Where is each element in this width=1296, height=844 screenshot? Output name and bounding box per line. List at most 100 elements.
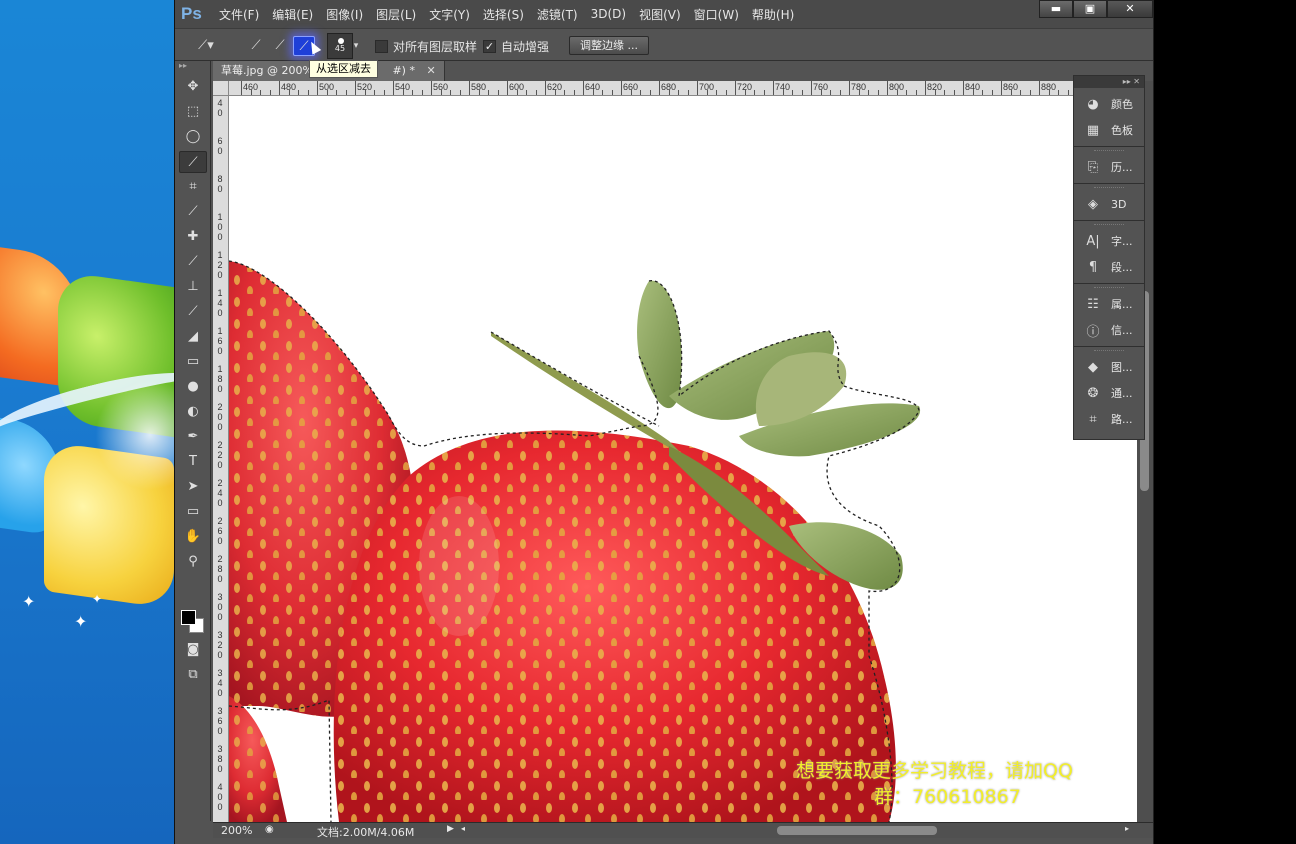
- zoom-level[interactable]: 200%: [221, 824, 252, 837]
- menu-window[interactable]: 窗口(W): [690, 6, 748, 23]
- menu-layer[interactable]: 图层(L): [372, 6, 425, 23]
- sparkle-icon: ✦: [92, 592, 103, 606]
- ruler-minor-tick: [839, 90, 841, 95]
- color-icon: ◕: [1087, 96, 1099, 112]
- quick-selection-tool-icon[interactable]: ⟋: [179, 151, 207, 173]
- scroll-left-icon[interactable]: ◂: [461, 824, 465, 833]
- ruler-minor-tick: [374, 90, 375, 95]
- panel-dock: ▸▸ ✕ ◕ 颜色 ▦ 色板 ⎘ 历... ◈ 3D A| 字... ¶ 段... ☷ 属..…: [1073, 75, 1145, 440]
- move-tool-icon[interactable]: ✥: [179, 76, 207, 98]
- status-arrow-icon[interactable]: ▶: [447, 824, 454, 834]
- panel-3d[interactable]: ◈ 3D: [1074, 191, 1144, 217]
- menu-select[interactable]: 选择(S): [479, 6, 533, 23]
- menu-file[interactable]: 文件(F): [215, 6, 268, 23]
- panel-properties[interactable]: ☷ 属...: [1074, 291, 1144, 317]
- ruler-tick: [887, 81, 888, 95]
- close-tab-icon[interactable]: ✕: [426, 64, 435, 77]
- blur-tool-icon[interactable]: ●: [179, 376, 207, 398]
- dock-collapse-icon[interactable]: ▸▸ ✕: [1074, 76, 1144, 88]
- panel-color[interactable]: ◕ 颜色: [1074, 91, 1144, 117]
- scroll-right-icon[interactable]: ▸: [1125, 824, 1129, 833]
- black-border: [1154, 0, 1296, 844]
- panel-channels[interactable]: ❂ 通...: [1074, 380, 1144, 406]
- refine-edge-button[interactable]: 调整边缘 ...: [569, 36, 649, 55]
- panel-info[interactable]: ⓘ 信...: [1074, 317, 1144, 343]
- gradient-tool-icon[interactable]: ▭: [179, 351, 207, 373]
- horizontal-ruler[interactable]: 460 480 500 520 540 560 580 600 620 640 660 680 700 7…: [229, 81, 1137, 96]
- tool-preset-picker[interactable]: ⟋▾: [195, 36, 217, 56]
- menu-edit[interactable]: 编辑(E): [268, 6, 322, 23]
- ruler-minor-tick: [478, 90, 480, 95]
- clone-stamp-tool-icon[interactable]: ⊥: [179, 276, 207, 298]
- new-selection-icon[interactable]: ⟋: [245, 36, 267, 56]
- eraser-tool-icon[interactable]: ◢: [179, 326, 207, 348]
- panel-layers[interactable]: ◆ 图...: [1074, 354, 1144, 380]
- marquee-tool-icon[interactable]: ⬚: [179, 101, 207, 123]
- ruler-minor-tick: [801, 90, 803, 95]
- screen-mode-icon[interactable]: ⧉: [179, 664, 207, 686]
- ruler-minor-tick: [668, 90, 670, 95]
- ruler-tick: [545, 81, 546, 95]
- ruler-minor-tick: [288, 90, 290, 95]
- ruler-minor-tick: [1058, 90, 1059, 95]
- panel-character[interactable]: A| 字...: [1074, 228, 1144, 254]
- sample-all-layers-checkbox[interactable]: 对所有图层取样: [375, 38, 477, 55]
- hand-tool-icon[interactable]: ✋: [179, 526, 207, 548]
- foreground-color-swatch[interactable]: [181, 610, 196, 625]
- close-button[interactable]: ✕: [1107, 0, 1153, 18]
- ruler-minor-tick: [934, 90, 936, 95]
- document-title-suffix: #) *: [392, 64, 415, 77]
- auto-enhance-checkbox[interactable]: ✓ 自动增强: [483, 38, 549, 55]
- crop-tool-icon[interactable]: ⌗: [179, 176, 207, 198]
- shape-tool-icon[interactable]: ▭: [179, 501, 207, 523]
- brush-size-picker[interactable]: 45: [327, 33, 353, 59]
- dodge-tool-icon[interactable]: ◐: [179, 401, 207, 423]
- maximize-button[interactable]: ▣: [1073, 0, 1107, 18]
- vertical-ruler[interactable]: 40 60 80 100 120 140 160 180 200 220 240 260 280 300 3…: [213, 96, 229, 822]
- ruler-tick: [393, 81, 394, 95]
- healing-brush-tool-icon[interactable]: ✚: [179, 226, 207, 248]
- brush-dropdown-icon[interactable]: ▾: [351, 36, 361, 56]
- checkmark-icon[interactable]: ✓: [483, 40, 496, 53]
- pen-tool-icon[interactable]: ✒: [179, 426, 207, 448]
- ruler-minor-tick: [611, 90, 613, 95]
- ruler-tick: [735, 81, 736, 95]
- ruler-corner[interactable]: [213, 81, 229, 96]
- panel-swatches[interactable]: ▦ 色板: [1074, 117, 1144, 143]
- checkbox-box[interactable]: [375, 40, 388, 53]
- ruler-minor-tick: [725, 90, 727, 95]
- brush-tool-icon[interactable]: ⟋: [179, 251, 207, 273]
- menu-type[interactable]: 文字(Y): [425, 6, 479, 23]
- paragraph-icon: ¶: [1088, 259, 1098, 275]
- type-tool-icon[interactable]: T: [179, 451, 207, 473]
- path-selection-tool-icon[interactable]: ➤: [179, 476, 207, 498]
- minimize-button[interactable]: ▬: [1039, 0, 1073, 18]
- ruler-minor-tick: [944, 90, 945, 95]
- zoom-tool-icon[interactable]: ⚲: [179, 551, 207, 573]
- watermark-line-1: 想要获取更多学习教程，请加QQ: [796, 760, 1073, 782]
- quick-mask-icon[interactable]: ◙: [179, 639, 207, 661]
- document-canvas[interactable]: [229, 96, 1137, 822]
- add-to-selection-icon[interactable]: ⟋: [269, 36, 291, 56]
- menu-view[interactable]: 视图(V): [635, 6, 690, 23]
- menu-filter[interactable]: 滤镜(T): [533, 6, 587, 23]
- sample-all-layers-label: 对所有图层取样: [393, 40, 478, 54]
- watermark-line-2: 群：760610867: [874, 786, 1021, 808]
- lasso-tool-icon[interactable]: ◯: [179, 126, 207, 148]
- panel-history[interactable]: ⎘ 历...: [1074, 154, 1144, 180]
- menu-help[interactable]: 帮助(H): [748, 6, 803, 23]
- menu-3d[interactable]: 3D(D): [587, 7, 635, 21]
- ruler-label: 160: [217, 326, 223, 356]
- panel-paragraph[interactable]: ¶ 段...: [1074, 254, 1144, 280]
- dock-group-color: ◕ 颜色 ▦ 色板: [1074, 88, 1144, 147]
- history-brush-tool-icon[interactable]: ⟋: [179, 301, 207, 323]
- ruler-label: 380: [217, 744, 223, 774]
- horizontal-scroll-thumb[interactable]: [777, 826, 937, 835]
- status-menu-icon[interactable]: ◉: [265, 824, 274, 835]
- panel-paths[interactable]: ⌗ 路...: [1074, 406, 1144, 432]
- menu-image[interactable]: 图像(I): [322, 6, 372, 23]
- swatches-icon: ▦: [1086, 122, 1100, 138]
- eyedropper-tool-icon[interactable]: ⟋: [179, 201, 207, 223]
- dock-group-type: A| 字... ¶ 段...: [1074, 221, 1144, 284]
- toolbox-grip[interactable]: ▸▸: [175, 61, 210, 73]
